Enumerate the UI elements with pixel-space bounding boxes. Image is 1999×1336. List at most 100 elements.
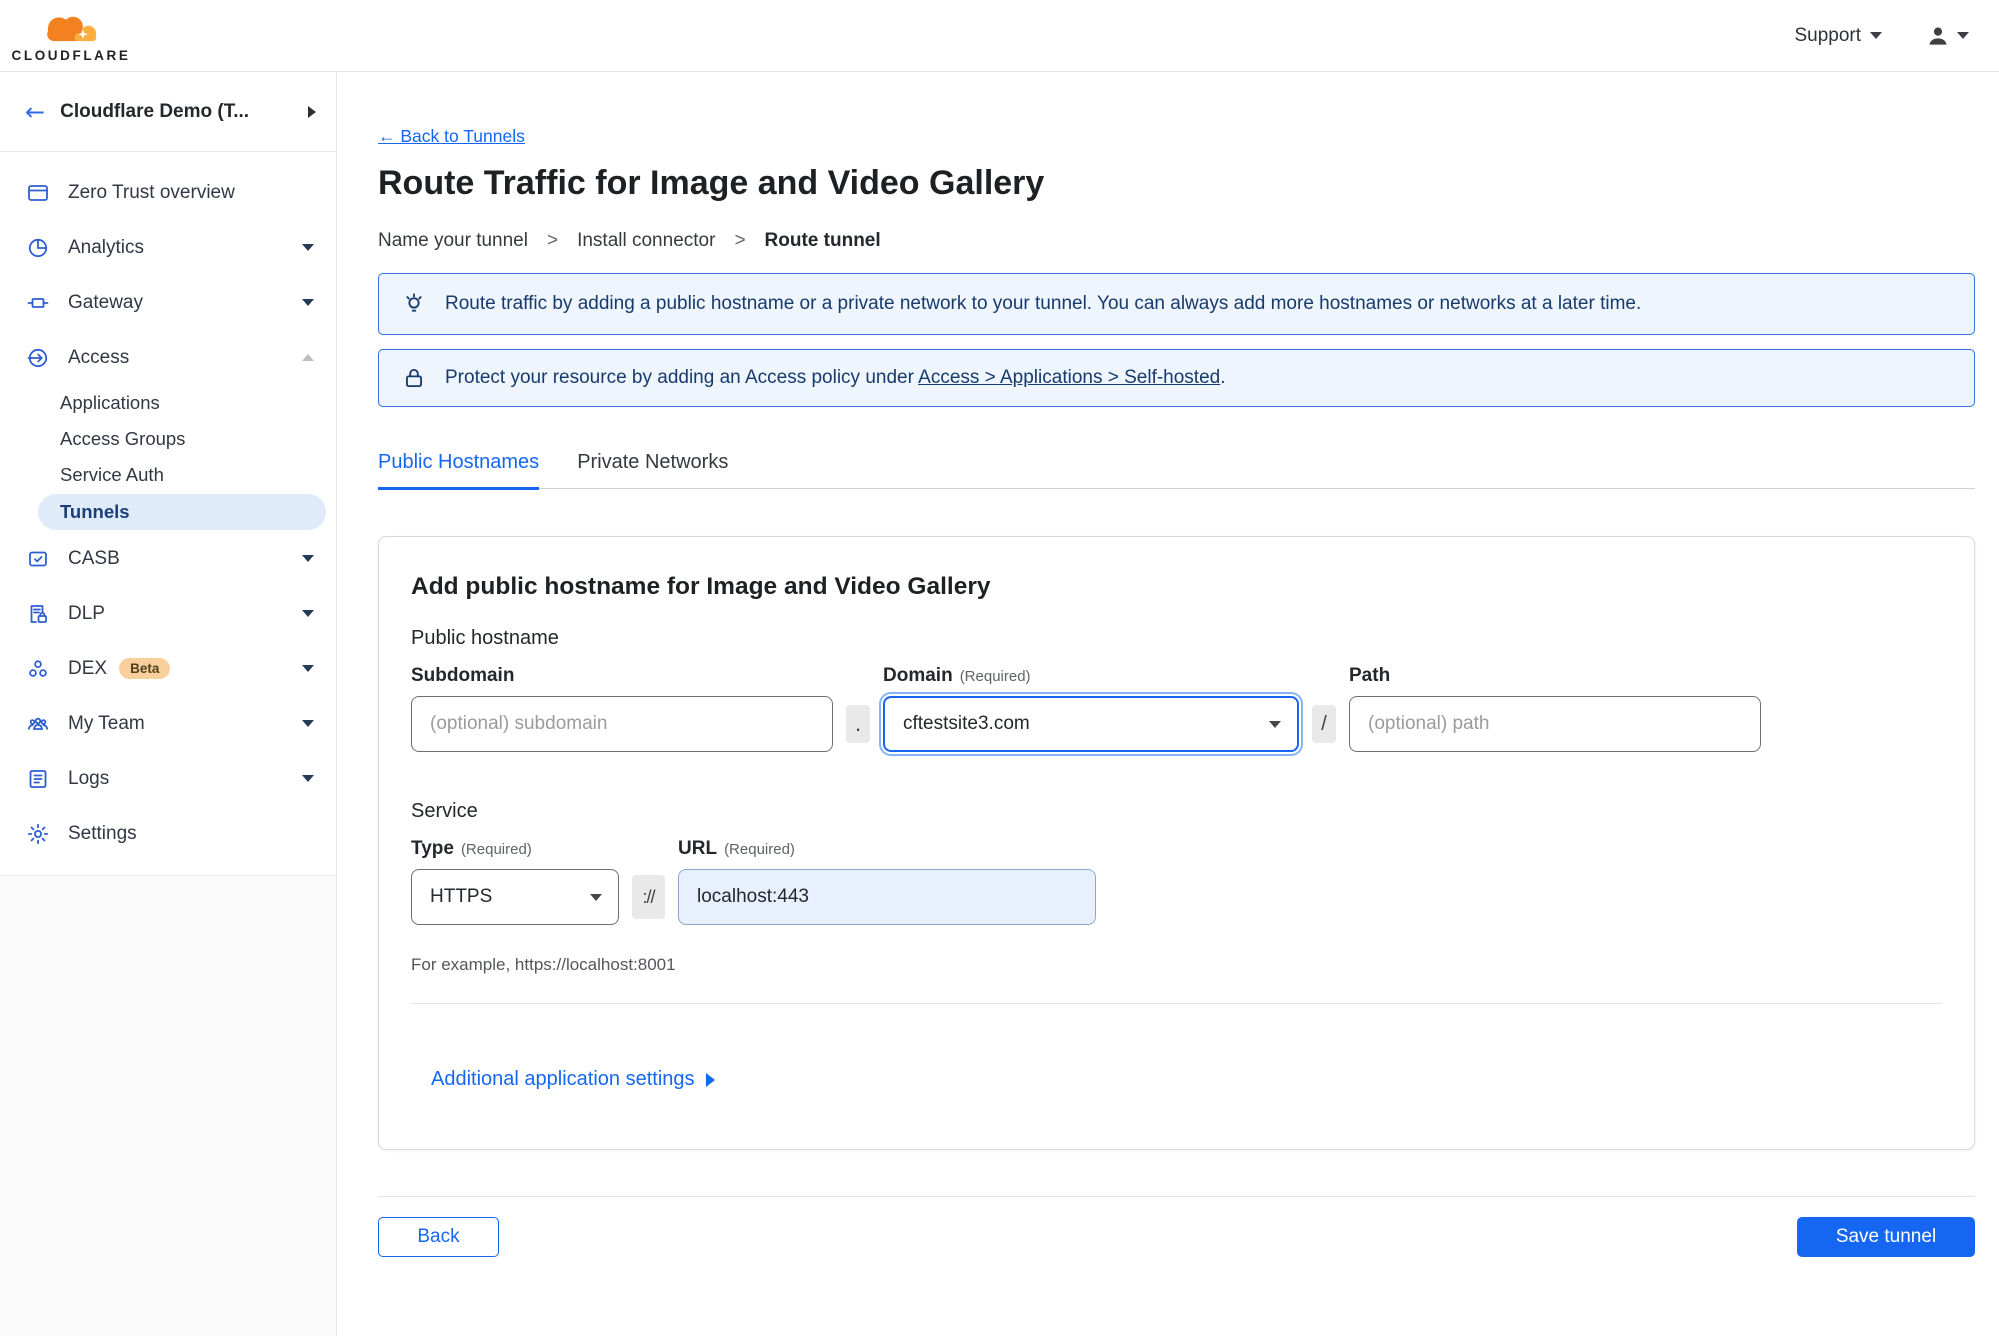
subdomain-label: Subdomain — [411, 665, 515, 686]
sidebar-item-label: DEX Beta — [68, 658, 284, 680]
card-divider — [411, 1003, 1942, 1004]
sidebar-item-label: Settings — [68, 822, 137, 844]
public-hostname-card: Add public hostname for Image and Video … — [378, 536, 1975, 1150]
tab-bar: Public Hostnames Private Networks — [378, 451, 1975, 490]
banner-text-before: Protect your resource by adding an Acces… — [445, 367, 919, 388]
type-selected-value: HTTPS — [430, 886, 493, 907]
service-url-input[interactable] — [678, 869, 1096, 925]
breadcrumb-separator: > — [734, 230, 746, 251]
lightbulb-icon — [406, 293, 422, 312]
sidebar-item-label: Gateway — [68, 291, 143, 313]
tab-private-networks[interactable]: Private Networks — [577, 451, 728, 488]
logs-icon — [29, 769, 47, 788]
cloudflare-logo: CLOUDFLARE — [12, 9, 128, 63]
tip-banner-text: Route traffic by adding a public hostnam… — [445, 293, 1642, 314]
chevron-down-icon — [302, 775, 314, 782]
service-fields-row: Type (Required) HTTPS :// URL (Required) — [411, 838, 1942, 925]
path-input[interactable] — [1349, 696, 1761, 752]
dot-separator: . — [846, 705, 870, 743]
url-label: URL (Required) — [678, 838, 795, 859]
tab-public-hostnames[interactable]: Public Hostnames — [378, 451, 540, 490]
sidebar-item-access-groups[interactable]: Access Groups — [0, 421, 336, 457]
sidebar-item-label: DLP — [68, 602, 105, 624]
sidebar-item-gateway[interactable]: Gateway — [0, 275, 336, 330]
service-section-label: Service — [411, 800, 478, 822]
beta-badge: Beta — [119, 658, 171, 679]
page-title: Route Traffic for Image and Video Galler… — [378, 164, 1045, 202]
sidebar-item-dex[interactable]: DEX Beta — [0, 641, 336, 696]
chevron-right-icon[interactable] — [308, 105, 316, 118]
footer-actions: Back Save tunnel — [378, 1217, 1975, 1257]
subdomain-input[interactable] — [411, 696, 833, 752]
chevron-down-icon — [302, 610, 314, 617]
sidebar-item-label: Access — [68, 346, 130, 368]
required-hint: (Required) — [724, 841, 795, 858]
save-tunnel-button[interactable]: Save tunnel — [1797, 1217, 1975, 1257]
sidebar-item-my-team[interactable]: My Team — [0, 696, 336, 751]
support-menu[interactable]: Support — [1794, 25, 1882, 47]
access-policy-banner-text: Protect your resource by adding an Acces… — [445, 367, 1226, 389]
account-name: Cloudflare Demo (T... — [60, 100, 250, 122]
analytics-icon — [28, 238, 48, 257]
user-menu[interactable] — [1926, 24, 1969, 48]
access-icon — [27, 348, 48, 367]
top-bar: CLOUDFLARE Support — [0, 0, 1999, 72]
sidebar-item-casb[interactable]: CASB — [0, 531, 336, 586]
type-label: Type (Required) — [411, 838, 532, 859]
user-icon — [1929, 27, 1947, 45]
settings-gear-icon — [27, 823, 49, 844]
sidebar-item-access[interactable]: Access — [0, 330, 336, 385]
gateway-icon — [27, 297, 49, 308]
sidebar-item-label: Analytics — [68, 236, 145, 258]
path-label: Path — [1349, 665, 1391, 686]
back-to-tunnels-link[interactable]: ← Back to Tunnels — [378, 126, 525, 146]
subdomain-field-group: Subdomain — [411, 665, 833, 752]
access-applications-link[interactable]: Access > Applications > Self-hosted — [918, 367, 1220, 388]
domain-label: Domain (Required) — [883, 665, 1031, 686]
footer-divider — [378, 1196, 1975, 1197]
main-content: ← Back to Tunnels Route Traffic for Imag… — [337, 72, 1999, 1336]
type-field-group: Type (Required) HTTPS — [411, 838, 619, 925]
sidebar-item-zero-trust-overview[interactable]: Zero Trust overview — [0, 165, 336, 220]
required-hint: (Required) — [460, 841, 532, 858]
domain-field-group: Domain (Required) cftestsite3.com — [883, 665, 1299, 752]
service-type-select[interactable]: HTTPS — [411, 869, 619, 925]
dex-icon — [29, 659, 47, 677]
sub-item-label: Applications — [60, 392, 160, 413]
step-install-connector[interactable]: Install connector — [577, 230, 715, 252]
sidebar-item-applications[interactable]: Applications — [0, 385, 336, 421]
step-name-your-tunnel[interactable]: Name your tunnel — [378, 230, 528, 252]
url-field-group: URL (Required) — [678, 838, 1096, 925]
banner-text-after: . — [1220, 367, 1226, 388]
account-switcher[interactable]: ← Cloudflare Demo (T... — [0, 72, 336, 152]
sub-item-label: Tunnels — [60, 501, 130, 522]
sidebar-item-tunnels[interactable]: Tunnels — [38, 494, 326, 530]
casb-icon — [29, 551, 47, 566]
dlp-icon — [30, 604, 47, 623]
sidebar-item-label: Zero Trust overview — [68, 181, 235, 203]
domain-select[interactable]: cftestsite3.com — [883, 696, 1299, 752]
access-policy-banner: Protect your resource by adding an Acces… — [378, 349, 1975, 407]
sidebar-item-analytics[interactable]: Analytics — [0, 220, 336, 275]
sidebar-item-settings[interactable]: Settings — [0, 806, 336, 861]
sidebar-item-logs[interactable]: Logs — [0, 751, 336, 806]
chevron-down-icon — [1269, 720, 1281, 728]
team-icon — [27, 717, 49, 730]
hostname-fields-row: Subdomain . Domain(Required) cftestsite3… — [411, 665, 1942, 752]
sub-item-label: Service Auth — [60, 464, 164, 485]
sidebar-nav: Zero Trust overview Analytics Gateway Ac… — [0, 152, 336, 861]
sidebar-item-dlp[interactable]: DLP — [0, 586, 336, 641]
breadcrumb: Name your tunnel > Install connector > R… — [378, 230, 1975, 252]
cloudflare-cloud-icon — [32, 16, 110, 51]
domain-selected-value: cftestsite3.com — [903, 713, 1030, 734]
public-hostname-section-label: Public hostname — [411, 627, 559, 649]
back-arrow-icon[interactable]: ← — [25, 100, 45, 124]
back-button[interactable]: Back — [378, 1217, 499, 1257]
sidebar-item-service-auth[interactable]: Service Auth — [0, 457, 336, 493]
additional-settings-toggle[interactable]: Additional application settings — [431, 1068, 715, 1091]
breadcrumb-separator: > — [546, 230, 559, 251]
chevron-down-icon — [302, 555, 314, 562]
chevron-down-icon — [302, 299, 314, 306]
card-heading: Add public hostname for Image and Video … — [411, 573, 991, 600]
chevron-down-icon — [302, 244, 314, 251]
